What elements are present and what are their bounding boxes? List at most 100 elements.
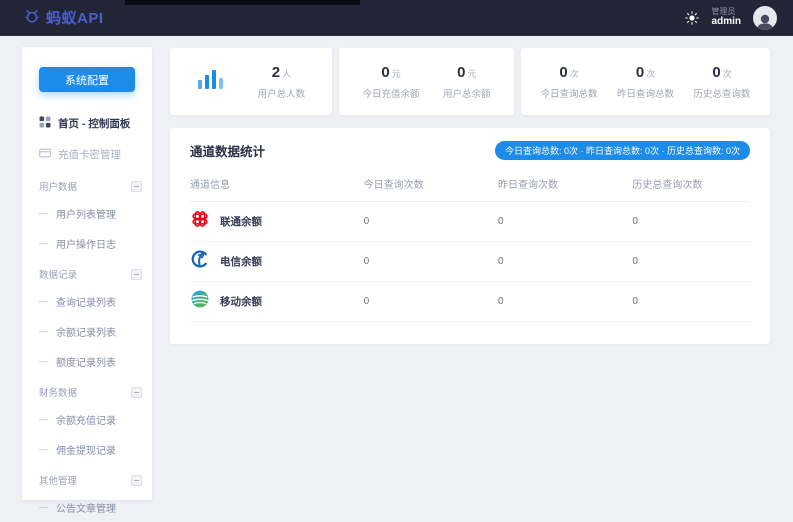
dash-bullet: — <box>39 444 48 454</box>
sidebar-item-withdraw-records[interactable]: — 佣金提现记录 <box>22 434 152 464</box>
stat-queries-yesterday: 0次 昨日查询总数 <box>617 64 674 100</box>
user-role: 管理员 <box>712 7 741 16</box>
sidebar-item-query-records[interactable]: — 查询记录列表 <box>22 286 152 316</box>
cell-yesterday: 0 <box>498 242 632 282</box>
collapse-minus-icon[interactable] <box>131 181 142 192</box>
stat-label: 今日充值余额 <box>362 86 419 100</box>
stat-unit: 人 <box>282 69 291 79</box>
channel-stats-panel: 通道数据统计 今日查询总数: 0次 · 昨日查询总数: 0次 · 历史总查询数:… <box>170 128 770 344</box>
stat-queries-today: 0次 今日查询总数 <box>540 64 597 100</box>
cell-history: 0 <box>632 242 750 282</box>
panel-title: 通道数据统计 <box>190 141 265 160</box>
stat-balance-total: 0元 用户总余额 <box>443 64 491 100</box>
cell-today: 0 <box>364 202 498 242</box>
app-logo[interactable]: 蚂蚁API <box>24 7 104 28</box>
user-info: 管理员 admin <box>712 7 741 28</box>
table-row: 电信余额 0 0 0 <box>190 242 750 282</box>
cell-yesterday: 0 <box>498 202 632 242</box>
dash-bullet: — <box>39 296 48 306</box>
sidebar-section-user-data[interactable]: 用户数据 <box>22 170 152 198</box>
sidebar-item-label: 充值卡密管理 <box>58 147 121 162</box>
sidebar-section-finance[interactable]: 财务数据 <box>22 376 152 404</box>
sidebar-section-data-records[interactable]: 数据记录 <box>22 258 152 286</box>
top-navbar: 蚂蚁API 管理员 admin <box>0 0 793 36</box>
sidebar-item-user-log[interactable]: — 用户操作日志 <box>22 228 152 258</box>
sidebar-item-announcements[interactable]: — 公告文章管理 <box>22 492 152 522</box>
dash-bullet: — <box>39 414 48 424</box>
stat-value: 0 <box>457 64 465 81</box>
stat-users: 2人 用户总人数 <box>258 64 306 100</box>
stat-value: 0 <box>559 64 567 81</box>
avatar[interactable] <box>753 6 777 30</box>
section-title-label: 数据记录 <box>39 267 77 281</box>
bar-chart-icon <box>197 68 223 95</box>
stat-value: 2 <box>272 64 280 81</box>
sidebar-item-label: 额度记录列表 <box>56 354 116 369</box>
stat-label: 今日查询总数 <box>540 86 597 100</box>
mobile-logo-icon <box>190 289 210 314</box>
dashboard-icon <box>39 116 51 131</box>
header-right: 管理员 admin <box>684 6 777 30</box>
stat-unit: 次 <box>723 69 732 79</box>
top-dark-strip <box>125 0 360 5</box>
dash-bullet: — <box>39 238 48 248</box>
stat-label: 历史总查询数 <box>693 86 750 100</box>
channel-name: 联通余额 <box>220 214 262 229</box>
sidebar-item-label: 余额充值记录 <box>56 412 116 427</box>
sidebar-item-dashboard[interactable]: 首页 - 控制面板 <box>22 108 152 139</box>
main-content: 2人 用户总人数 0元 今日充值余额 0元 用户总余额 0次 今日查询总数 0次… <box>170 48 770 344</box>
dash-bullet: — <box>39 502 48 512</box>
sun-icon[interactable] <box>684 10 700 26</box>
sidebar-item-label: 用户操作日志 <box>56 236 116 251</box>
sidebar-section-other[interactable]: 其他管理 <box>22 464 152 492</box>
ant-icon <box>24 8 40 28</box>
table-header-row: 通道信息 今日查询次数 昨日查询次数 历史总查询次数 <box>190 168 750 202</box>
stat-label: 用户总人数 <box>258 86 306 100</box>
stat-card-balance: 0元 今日充值余额 0元 用户总余额 <box>339 48 514 115</box>
sidebar: 系统配置 首页 - 控制面板 充值卡密管理 用户数据 — 用户列表管理 <box>22 47 152 500</box>
column-header: 通道信息 <box>190 168 364 202</box>
panel-header: 通道数据统计 今日查询总数: 0次 · 昨日查询总数: 0次 · 历史总查询数:… <box>190 141 750 160</box>
column-header: 昨日查询次数 <box>498 168 632 202</box>
collapse-minus-icon[interactable] <box>131 475 142 486</box>
stat-unit: 元 <box>467 69 476 79</box>
cell-today: 0 <box>364 282 498 322</box>
section-title-label: 财务数据 <box>39 385 77 399</box>
stat-queries-history: 0次 历史总查询数 <box>693 64 750 100</box>
app-logo-text: 蚂蚁API <box>46 7 104 28</box>
sidebar-item-label: 查询记录列表 <box>56 294 116 309</box>
query-summary-badge: 今日查询总数: 0次 · 昨日查询总数: 0次 · 历史总查询数: 0次 <box>495 141 750 160</box>
stat-value: 0 <box>636 64 644 81</box>
section-title-label: 其他管理 <box>39 473 77 487</box>
telecom-logo-icon <box>190 249 210 274</box>
cell-yesterday: 0 <box>498 282 632 322</box>
sidebar-item-recharge-records[interactable]: — 余额充值记录 <box>22 404 152 434</box>
sidebar-item-quota-records[interactable]: — 额度记录列表 <box>22 346 152 376</box>
column-header: 今日查询次数 <box>364 168 498 202</box>
stat-value: 0 <box>381 64 389 81</box>
collapse-minus-icon[interactable] <box>131 269 142 280</box>
stat-cards-row: 2人 用户总人数 0元 今日充值余额 0元 用户总余额 0次 今日查询总数 0次… <box>170 48 770 115</box>
channel-name: 移动余额 <box>220 294 262 309</box>
system-config-button[interactable]: 系统配置 <box>39 67 135 92</box>
stat-label: 昨日查询总数 <box>617 86 674 100</box>
table-row: 联通余额 0 0 0 <box>190 202 750 242</box>
column-header: 历史总查询次数 <box>632 168 750 202</box>
cell-today: 0 <box>364 242 498 282</box>
stat-unit: 次 <box>570 69 579 79</box>
sidebar-item-user-list[interactable]: — 用户列表管理 <box>22 198 152 228</box>
dash-bullet: — <box>39 356 48 366</box>
sidebar-item-balance-records[interactable]: — 余额记录列表 <box>22 316 152 346</box>
dash-bullet: — <box>39 326 48 336</box>
sidebar-item-recharge-cards[interactable]: 充值卡密管理 <box>22 139 152 170</box>
sidebar-item-label: 余额记录列表 <box>56 324 116 339</box>
dash-bullet: — <box>39 208 48 218</box>
cell-history: 0 <box>632 282 750 322</box>
stat-recharge-today: 0元 今日充值余额 <box>362 64 419 100</box>
table-row: 移动余额 0 0 0 <box>190 282 750 322</box>
channel-name: 电信余额 <box>220 254 262 269</box>
stat-label: 用户总余额 <box>443 86 491 100</box>
collapse-minus-icon[interactable] <box>131 387 142 398</box>
section-title-label: 用户数据 <box>39 179 77 193</box>
stat-unit: 元 <box>392 69 401 79</box>
